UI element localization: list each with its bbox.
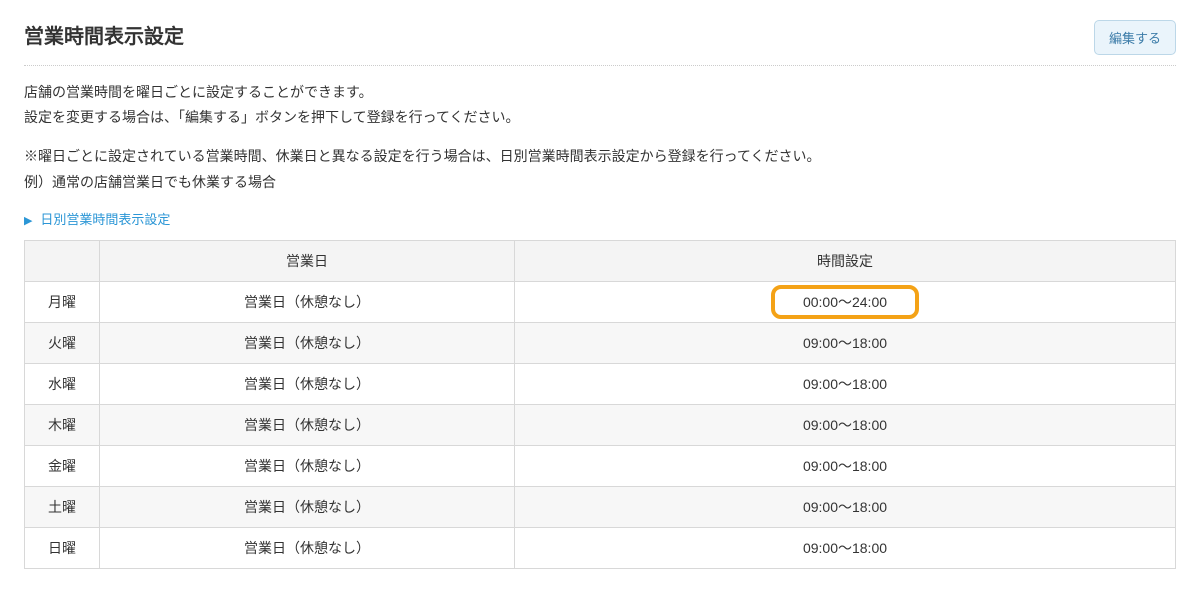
- table-header-day: [25, 240, 100, 281]
- daily-settings-link[interactable]: ▶ 日別営業時間表示設定: [24, 209, 1176, 228]
- note-block: ※曜日ごとに設定されている営業時間、休業日と異なる設定を行う場合は、日別営業時間…: [24, 144, 1176, 194]
- cell-status: 営業日（休憩なし）: [100, 445, 515, 486]
- table-row: 日曜営業日（休憩なし）09:00〜18:00: [25, 527, 1176, 568]
- table-row: 月曜営業日（休憩なし） 00:00〜24:00: [25, 281, 1176, 322]
- triangle-right-icon: ▶: [24, 215, 32, 227]
- table-row: 水曜営業日（休憩なし）09:00〜18:00: [25, 363, 1176, 404]
- cell-time: 09:00〜18:00: [515, 445, 1176, 486]
- cell-status: 営業日（休憩なし）: [100, 527, 515, 568]
- note-line-1: ※曜日ごとに設定されている営業時間、休業日と異なる設定を行う場合は、日別営業時間…: [24, 144, 1176, 169]
- cell-time: 00:00〜24:00: [515, 281, 1176, 322]
- page-title: 営業時間表示設定: [24, 20, 184, 49]
- cell-day: 月曜: [25, 281, 100, 322]
- cell-status: 営業日（休憩なし）: [100, 322, 515, 363]
- description-line-1: 店舗の営業時間を曜日ごとに設定することができます。: [24, 80, 1176, 105]
- cell-time: 09:00〜18:00: [515, 322, 1176, 363]
- business-hours-table: 営業日 時間設定 月曜営業日（休憩なし）00:00〜24:00火曜営業日（休憩な…: [24, 240, 1176, 569]
- description-block: 店舗の営業時間を曜日ごとに設定することができます。 設定を変更する場合は、「編集…: [24, 80, 1176, 130]
- cell-time: 09:00〜18:00: [515, 486, 1176, 527]
- table-header-status: 営業日: [100, 240, 515, 281]
- table-header-time: 時間設定: [515, 240, 1176, 281]
- edit-button[interactable]: 編集する: [1094, 20, 1176, 55]
- cell-time: 09:00〜18:00: [515, 363, 1176, 404]
- cell-day: 木曜: [25, 404, 100, 445]
- cell-status: 営業日（休憩なし）: [100, 281, 515, 322]
- cell-day: 金曜: [25, 445, 100, 486]
- cell-day: 水曜: [25, 363, 100, 404]
- highlight-box: 00:00〜24:00: [771, 285, 919, 319]
- table-row: 火曜営業日（休憩なし）09:00〜18:00: [25, 322, 1176, 363]
- cell-status: 営業日（休憩なし）: [100, 404, 515, 445]
- description-line-2: 設定を変更する場合は、「編集する」ボタンを押下して登録を行ってください。: [24, 105, 1176, 130]
- cell-day: 日曜: [25, 527, 100, 568]
- table-row: 木曜営業日（休憩なし）09:00〜18:00: [25, 404, 1176, 445]
- cell-time: 09:00〜18:00: [515, 404, 1176, 445]
- daily-settings-link-label: 日別営業時間表示設定: [40, 212, 170, 227]
- table-row: 土曜営業日（休憩なし）09:00〜18:00: [25, 486, 1176, 527]
- cell-day: 土曜: [25, 486, 100, 527]
- cell-day: 火曜: [25, 322, 100, 363]
- cell-time: 09:00〜18:00: [515, 527, 1176, 568]
- cell-status: 営業日（休憩なし）: [100, 363, 515, 404]
- cell-status: 営業日（休憩なし）: [100, 486, 515, 527]
- note-line-2: 例）通常の店舗営業日でも休業する場合: [24, 170, 1176, 195]
- table-row: 金曜営業日（休憩なし）09:00〜18:00: [25, 445, 1176, 486]
